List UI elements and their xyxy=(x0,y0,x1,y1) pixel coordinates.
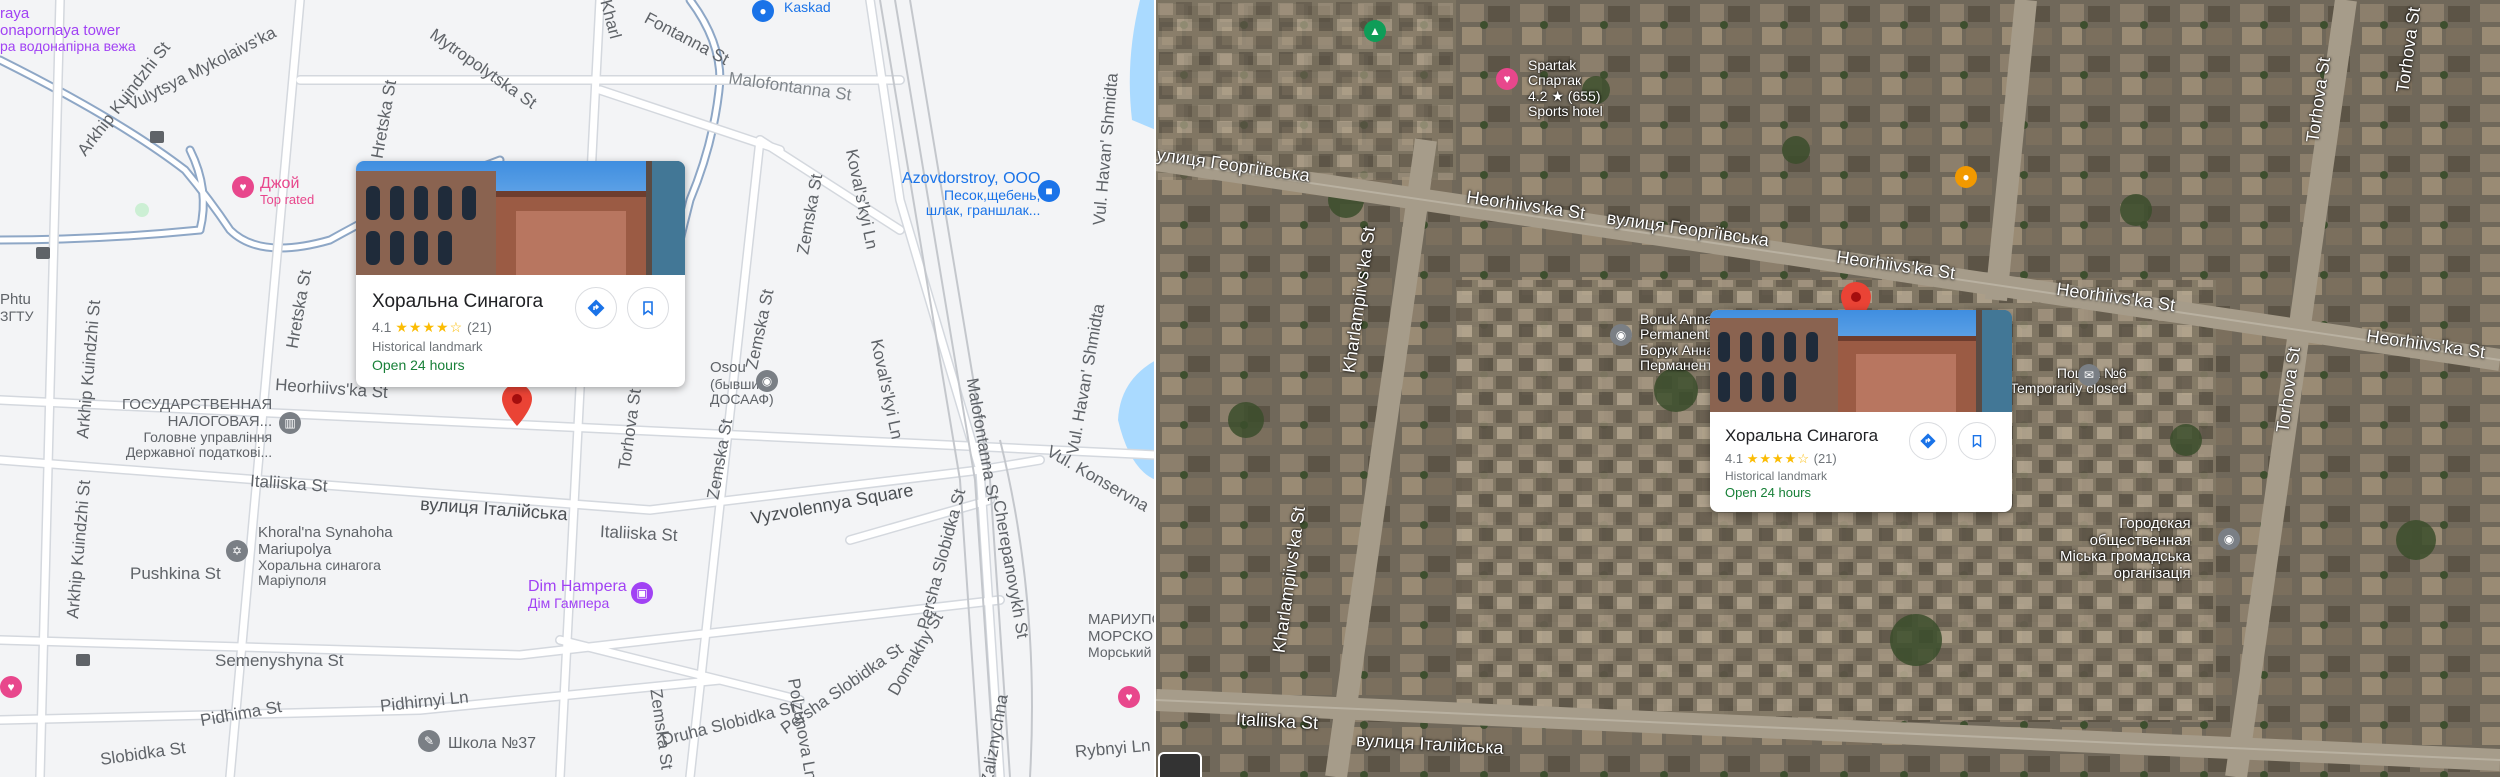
shop-icon[interactable]: ● xyxy=(752,0,774,22)
place-card[interactable]: Хоральна Синагога 4.1 ★★★★☆ (21) Histori… xyxy=(1710,310,2012,512)
rating-stars: ★★★★☆ xyxy=(395,319,464,335)
street-label: Italiiska St xyxy=(599,521,678,546)
poi-phtu[interactable]: Phtu ЗГТУ xyxy=(0,291,33,324)
save-button[interactable] xyxy=(627,287,669,329)
poi-city-organization[interactable]: Городская общественная Міська громадська ор… xyxy=(2060,515,2191,582)
poi-azovdorstroy[interactable]: Azovdorstroy, OOO Песок,щебень, шлак, гран… xyxy=(902,170,1040,218)
street-label: Italiiska St xyxy=(1235,708,1319,734)
beauty-icon[interactable]: ◉ xyxy=(1610,324,1632,346)
tower-label[interactable]: raya onapornaya tower ра водонапірна вежа xyxy=(0,5,136,54)
street-label: Semenyshyna St xyxy=(215,651,344,670)
map-pin-icon[interactable] xyxy=(502,384,532,426)
place-hours: Open 24 hours xyxy=(372,357,465,373)
place-photo[interactable] xyxy=(356,161,685,275)
poi-posta[interactable]: Пошта №6Temporarily closed xyxy=(2010,365,2127,397)
hotel-icon[interactable]: ♥ xyxy=(232,176,254,198)
synagogue-icon[interactable]: ✡ xyxy=(226,540,248,562)
water-bay xyxy=(1118,360,1156,480)
route-badge xyxy=(36,247,50,259)
place-title: Хоральна Синагога xyxy=(1725,426,1879,445)
map-view[interactable]: raya onapornaya tower ра водонапірна вежа … xyxy=(0,0,1156,777)
hotel-icon[interactable]: ♥ xyxy=(0,676,22,698)
route-badge xyxy=(150,131,164,143)
hotel-icon[interactable]: ♥ xyxy=(1496,68,1518,90)
park-dot xyxy=(135,203,149,217)
directions-button[interactable] xyxy=(1909,422,1947,460)
place-hours: Open 24 hours xyxy=(1725,485,1812,500)
street-label: Pushkina St xyxy=(130,564,221,583)
park-icon[interactable]: ▲ xyxy=(1364,20,1386,42)
layer-toggle-button[interactable] xyxy=(1158,752,1202,777)
place-card[interactable]: Хоральна Синагога 4.1 ★★★★☆ (21) Histori… xyxy=(356,161,685,387)
poi-dzhoi[interactable]: Джой Top rated xyxy=(260,175,314,207)
museum-icon[interactable]: ▣ xyxy=(631,582,653,604)
landmark-icon[interactable]: ◉ xyxy=(756,370,778,392)
synagogue-photo xyxy=(1710,310,2012,412)
poi-dim-hampera[interactable]: Dim Hampera Дім Гампера xyxy=(528,578,627,611)
poi-school[interactable]: Школа №37 xyxy=(448,735,536,753)
organization-icon[interactable]: ◉ xyxy=(2218,528,2240,550)
water-top xyxy=(1129,0,1156,130)
directions-icon xyxy=(1920,433,1936,449)
place-type: Historical landmark xyxy=(372,339,483,354)
post-office-icon[interactable]: ✉ xyxy=(2078,364,2100,386)
place-rating: 4.1 ★★★★☆ (21) xyxy=(372,319,492,335)
route-badge xyxy=(76,654,90,666)
government-icon[interactable]: ▥ xyxy=(279,412,301,434)
place-title: Хоральна Синагога xyxy=(372,291,544,312)
place-photo[interactable] xyxy=(1710,310,2012,412)
poi-mariupol-port[interactable]: МАРИУПОМОРСКОЙ РМорський xyxy=(1088,611,1156,660)
food-icon[interactable]: ● xyxy=(1955,166,1977,188)
bookmark-icon xyxy=(1972,434,1982,448)
hotel-icon[interactable]: ♥ xyxy=(1118,686,1140,708)
rating-stars: ★★★★☆ xyxy=(1746,451,1810,466)
school-icon[interactable]: ✎ xyxy=(418,730,440,752)
poi-tax-office[interactable]: ГОСУДАРСТВЕННАЯ НАЛОГОВАЯ... Головне управ… xyxy=(122,396,272,461)
satellite-view[interactable]: улиця Георгіївська Heorhiivs'ka St вулиц… xyxy=(1156,0,2500,777)
poi-spartak[interactable]: Spartak Спартак 4.2 ★ (655) Sports hotel xyxy=(1528,57,1603,120)
poi-kaskad[interactable]: Kaskad xyxy=(784,0,831,15)
directions-icon xyxy=(587,299,605,317)
bookmark-icon xyxy=(643,301,653,316)
place-rating: 4.1 ★★★★☆ (21) xyxy=(1725,451,1837,466)
synagogue-photo xyxy=(356,161,685,275)
poi-boruk-anna[interactable]: Boruk Anna Permanent Борук Анна Перманент xyxy=(1640,311,1714,374)
save-button[interactable] xyxy=(1958,422,1996,460)
shop-icon[interactable]: ■ xyxy=(1038,180,1060,202)
place-type: Historical landmark xyxy=(1725,469,1828,483)
poi-khoralna-synahoha[interactable]: Khoral'na Synahoha Mariupolya Хоральна син… xyxy=(258,524,393,589)
directions-button[interactable] xyxy=(575,287,617,329)
